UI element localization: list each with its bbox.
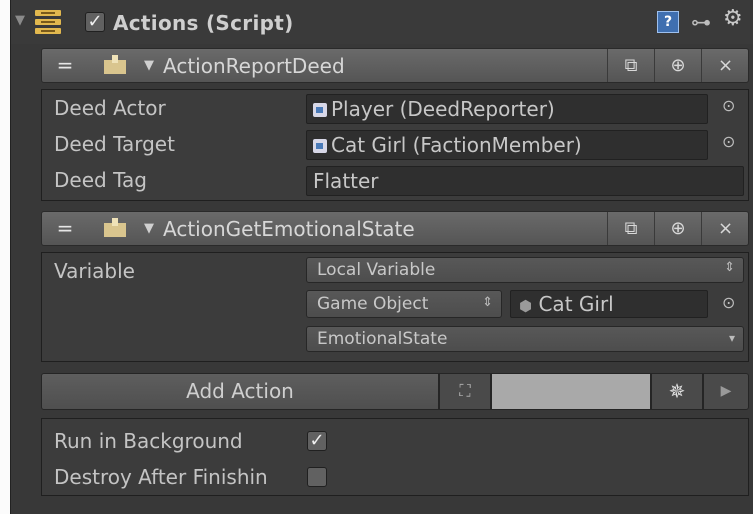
- object-picker-icon[interactable]: ⊙: [722, 132, 735, 151]
- add-icon[interactable]: ⊕: [654, 212, 701, 245]
- variable-type-dropdown[interactable]: Local Variable ⇕: [306, 257, 744, 283]
- updown-arrows-icon: ⇕: [482, 295, 493, 310]
- field-label-variable: Variable: [54, 259, 135, 283]
- component-header[interactable]: ▼ ✓ Actions (Script) ? ⊶ ⚙: [11, 0, 753, 44]
- scope-object-value: Cat Girl: [538, 292, 614, 316]
- field-label-deed-actor: Deed Actor: [54, 96, 166, 120]
- action-header-get-emotional-state[interactable]: = ▼ ActionGetEmotionalState ⧉ ⊕ ×: [41, 211, 749, 246]
- copy-icon[interactable]: ⧉: [607, 212, 654, 245]
- drag-handle[interactable]: =: [42, 212, 88, 245]
- deed-tag-field[interactable]: Flatter: [306, 166, 744, 196]
- action-name: ActionGetEmotionalState: [163, 217, 415, 241]
- cube-icon: ⬢: [519, 297, 533, 315]
- action-foldout-icon[interactable]: ▼: [144, 221, 154, 236]
- foldout-arrow-icon[interactable]: ▼: [15, 13, 25, 28]
- deed-actor-value: Player (DeedReporter): [331, 97, 555, 121]
- action-header-report-deed[interactable]: = ▼ ActionReportDeed ⧉ ⊕ ×: [41, 48, 749, 83]
- help-book-icon[interactable]: ?: [657, 11, 679, 33]
- option-label-destroy-after-finishing: Destroy After Finishin: [54, 465, 268, 489]
- options-panel: Run in Background ✓ Destroy After Finish…: [41, 418, 749, 496]
- deed-actor-field[interactable]: Player (DeedReporter): [306, 94, 708, 124]
- field-label-deed-target: Deed Target: [54, 132, 175, 156]
- run-in-background-checkbox[interactable]: ✓: [307, 431, 327, 451]
- destroy-after-finishing-checkbox[interactable]: ✓: [307, 467, 327, 487]
- gear-icon[interactable]: ⚙: [723, 6, 743, 31]
- add-action-button[interactable]: Add Action: [41, 373, 439, 410]
- script-object-icon: [313, 103, 327, 117]
- component-select-dropdown[interactable]: EmotionalState ▾: [306, 326, 744, 352]
- close-icon[interactable]: ×: [701, 49, 749, 82]
- updown-arrows-icon: ⇕: [724, 260, 735, 275]
- deed-target-field[interactable]: Cat Girl (FactionMember): [306, 130, 708, 160]
- play-icon[interactable]: ▶: [703, 373, 749, 410]
- action-foldout-icon[interactable]: ▼: [144, 58, 154, 73]
- component-title: Actions (Script): [113, 11, 294, 35]
- deed-target-value: Cat Girl (FactionMember): [331, 133, 582, 157]
- inspector-panel: ▼ ✓ Actions (Script) ? ⊶ ⚙ = ▼ ActionRep…: [10, 0, 753, 514]
- scope-type-dropdown[interactable]: Game Object ⇕: [306, 290, 502, 318]
- action-body-get-emotional-state: Variable Local Variable ⇕ Game Object ⇕ …: [41, 252, 749, 362]
- preset-sliders-icon[interactable]: ⊶: [691, 10, 711, 34]
- drag-handle[interactable]: =: [42, 49, 88, 82]
- field-label-deed-tag: Deed Tag: [54, 168, 147, 192]
- action-box-icon[interactable]: ⛶: [439, 373, 491, 410]
- sparkle-icon[interactable]: ✵: [651, 373, 703, 410]
- deed-tag-value: Flatter: [313, 169, 379, 193]
- variable-type-value: Local Variable: [317, 260, 436, 280]
- actions-script-icon: [33, 9, 63, 35]
- copy-icon[interactable]: ⧉: [607, 49, 654, 82]
- action-box-icon: [103, 218, 127, 238]
- component-select-value: EmotionalState: [317, 329, 448, 349]
- scope-type-value: Game Object: [317, 294, 429, 314]
- scope-object-field[interactable]: ⬢ Cat Girl: [510, 290, 708, 318]
- action-name: ActionReportDeed: [163, 54, 345, 78]
- add-icon[interactable]: ⊕: [654, 49, 701, 82]
- object-picker-icon[interactable]: ⊙: [722, 293, 735, 312]
- component-enabled-checkbox[interactable]: ✓: [85, 12, 105, 32]
- chevron-down-icon: ▾: [728, 331, 735, 345]
- option-label-run-in-background: Run in Background: [54, 429, 243, 453]
- add-action-bar: Add Action ⛶ ✵ ▶: [41, 373, 749, 410]
- object-picker-icon[interactable]: ⊙: [722, 96, 735, 115]
- action-box-icon: [103, 55, 127, 75]
- action-search-field[interactable]: [491, 373, 651, 410]
- script-object-icon: [313, 139, 327, 153]
- action-body-report-deed: Deed Actor Player (DeedReporter) ⊙ Deed …: [41, 89, 749, 201]
- close-icon[interactable]: ×: [701, 212, 749, 245]
